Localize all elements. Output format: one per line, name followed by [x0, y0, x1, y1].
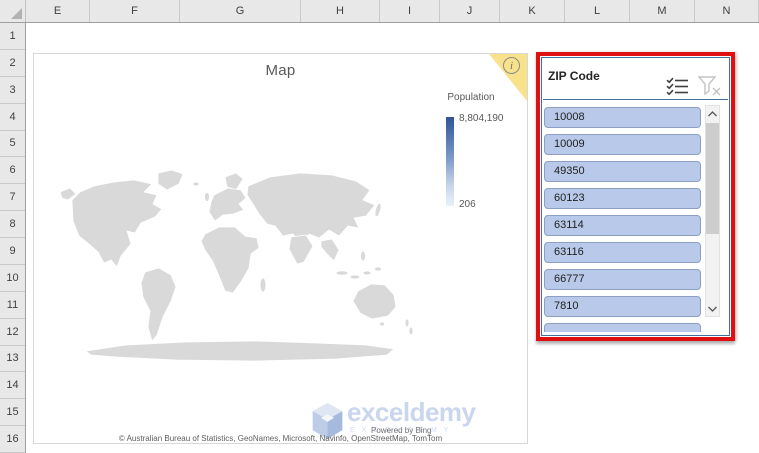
map-attribution: © Australian Bureau of Statistics, GeoNa…	[118, 434, 443, 443]
scroll-down-button[interactable]	[706, 301, 719, 316]
scrollbar-thumb[interactable]	[706, 123, 719, 234]
slicer-item-7810[interactable]: 7810	[544, 296, 701, 317]
slicer-item-10009[interactable]: 10009	[544, 134, 701, 155]
row-header-10[interactable]: 10	[0, 265, 25, 292]
column-header-F[interactable]: F	[90, 0, 180, 22]
slicer-item-66777[interactable]: 66777	[544, 269, 701, 290]
clear-filter-icon[interactable]	[698, 76, 722, 96]
slicer-item-list: 10008 10009 49350 60123 63114 63116 66777 7810	[544, 105, 703, 332]
slicer-item-63114[interactable]: 63114	[544, 215, 701, 236]
row-header-5[interactable]: 5	[0, 131, 25, 158]
zip-code-slicer[interactable]: ZIP Code 10008 10009 49350 60123 63114 63116 6…	[541, 57, 730, 336]
column-header-L[interactable]: L	[565, 0, 630, 22]
row-header-11[interactable]: 11	[0, 292, 25, 319]
column-header-M[interactable]: M	[630, 0, 695, 22]
multi-select-icon[interactable]	[666, 77, 689, 95]
slicer-header-separator	[543, 99, 728, 100]
row-header-15[interactable]: 15	[0, 399, 25, 427]
slicer-item-49350[interactable]: 49350	[544, 161, 701, 182]
row-header-8[interactable]: 8	[0, 211, 25, 238]
row-header-14[interactable]: 14	[0, 372, 25, 400]
slicer-title: ZIP Code	[548, 69, 600, 83]
row-header-2[interactable]: 2	[0, 50, 25, 77]
column-header-I[interactable]: I	[380, 0, 440, 22]
world-map-image	[59, 169, 414, 362]
row-header-9[interactable]: 9	[0, 238, 25, 265]
legend-title: Population	[447, 92, 495, 103]
column-header-N[interactable]: N	[695, 0, 759, 22]
slicer-item-partial[interactable]	[544, 323, 701, 332]
slicer-item-63116[interactable]: 63116	[544, 242, 701, 263]
row-header-6[interactable]: 6	[0, 157, 25, 185]
row-header-1[interactable]: 1	[0, 23, 25, 50]
legend-max-value: 8,804,190	[459, 113, 504, 124]
row-header-7[interactable]: 7	[0, 184, 25, 212]
excel-worksheet: EFGHIJKLMN 1 2 3 4 5 6 7 8 9 10 11 12 13 14 15 16 Map i	[0, 0, 759, 453]
map-chart[interactable]: Map i Population 8,804,190 206 exceldemy…	[33, 53, 528, 444]
row-header-13[interactable]: 13	[0, 346, 25, 373]
chart-legend: Population 8,804,190 206	[439, 92, 524, 210]
column-header-E[interactable]: E	[26, 0, 90, 22]
legend-gradient-bar	[446, 117, 454, 206]
select-all-corner[interactable]	[0, 0, 26, 22]
slicer-item-10008[interactable]: 10008	[544, 107, 701, 128]
slicer-item-60123[interactable]: 60123	[544, 188, 701, 209]
chevron-up-icon	[708, 110, 717, 116]
column-header-J[interactable]: J	[440, 0, 500, 22]
column-headers: EFGHIJKLMN	[0, 0, 759, 23]
chart-title: Map	[265, 62, 296, 79]
watermark-brand-text: exceldemy	[347, 397, 476, 427]
row-header-4[interactable]: 4	[0, 104, 25, 131]
legend-min-value: 206	[459, 199, 476, 210]
row-header-12[interactable]: 12	[0, 319, 25, 346]
column-header-G[interactable]: G	[180, 0, 301, 22]
column-header-H[interactable]: H	[301, 0, 380, 22]
row-headers: 1 2 3 4 5 6 7 8 9 10 11 12 13 14 15 16	[0, 23, 26, 453]
chevron-down-icon	[708, 306, 717, 312]
info-icon[interactable]: i	[503, 57, 520, 74]
row-header-3[interactable]: 3	[0, 77, 25, 104]
slicer-scrollbar[interactable]	[705, 105, 720, 317]
scroll-up-button[interactable]	[706, 106, 719, 121]
column-header-K[interactable]: K	[500, 0, 565, 22]
row-header-16[interactable]: 16	[0, 426, 25, 453]
